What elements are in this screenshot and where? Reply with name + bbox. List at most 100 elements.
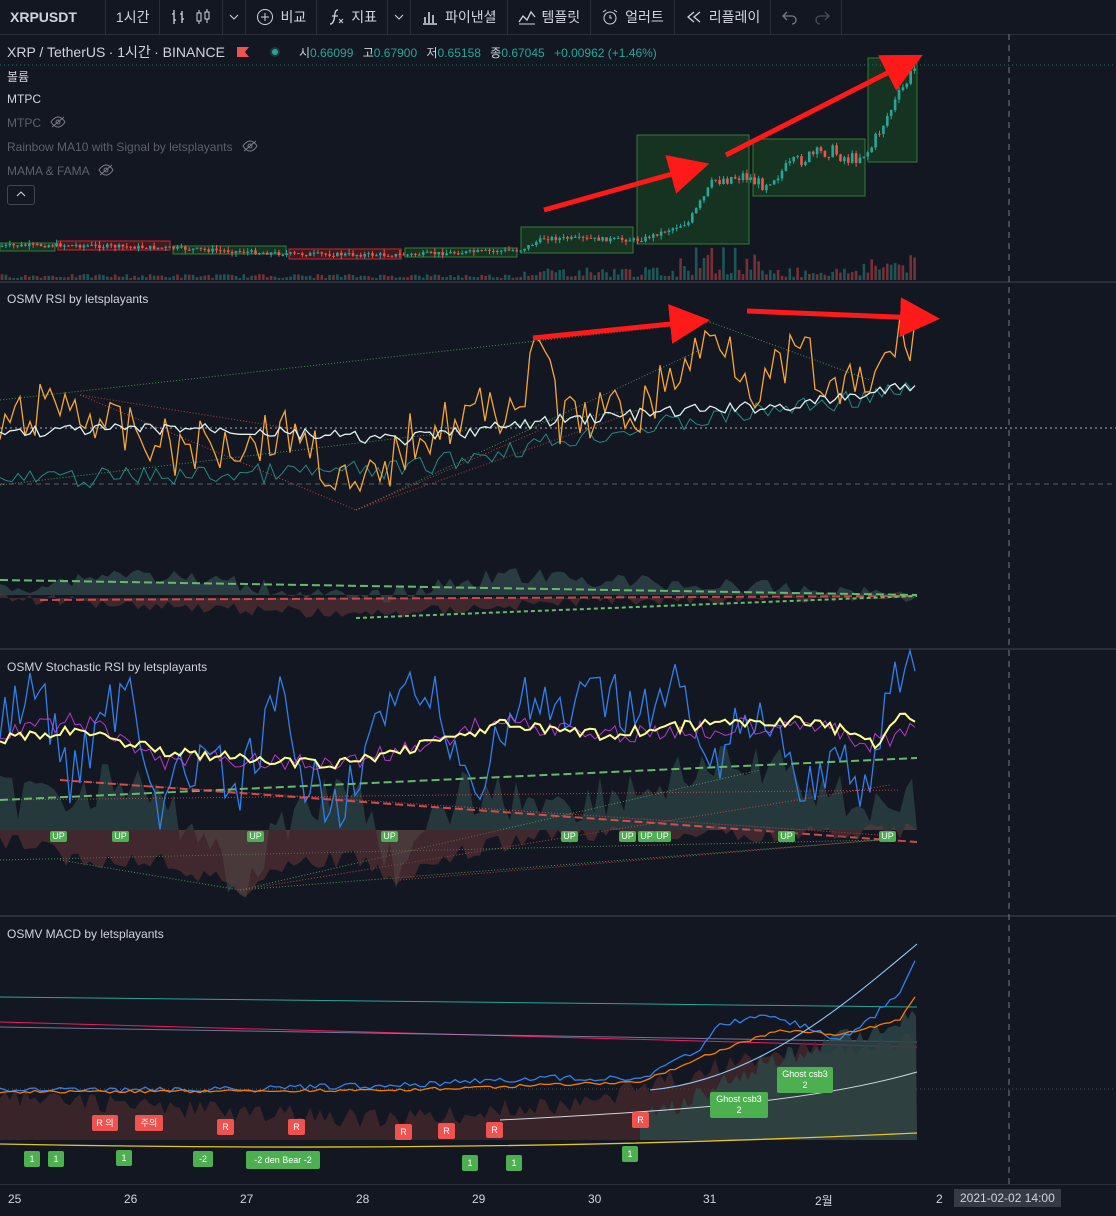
- replay-button[interactable]: 리플레이: [675, 0, 772, 34]
- candle-body: [854, 153, 858, 163]
- legend-mama[interactable]: MAMA & FAMA: [7, 164, 114, 178]
- eye-off-icon[interactable]: [98, 164, 114, 176]
- candle-body: [679, 226, 682, 228]
- legend-rainbow[interactable]: Rainbow MA10 with Signal by letsplayants: [7, 140, 258, 154]
- pair-name[interactable]: XRP / TetherUS: [7, 44, 105, 60]
- candle-body: [121, 244, 125, 247]
- candle-body: [804, 161, 807, 166]
- volume-bar: [137, 277, 140, 280]
- candle-body: [788, 161, 792, 164]
- candle-body: [382, 253, 386, 256]
- candle-body: [226, 250, 230, 253]
- chart-style-dropdown[interactable]: [223, 0, 247, 34]
- candle-body: [109, 244, 113, 246]
- chart-canvas[interactable]: [0, 34, 1116, 1184]
- candle-body: [304, 255, 308, 257]
- volume-bar: [538, 271, 542, 280]
- volume-bar: [187, 274, 191, 280]
- candle-body: [757, 178, 760, 185]
- volume-bar: [24, 274, 27, 280]
- stoch-pane-title[interactable]: OSMV Stochastic RSI by letsplayants: [7, 660, 207, 674]
- ghost-signal-count: 2: [802, 1080, 808, 1090]
- volume-bar: [515, 277, 519, 280]
- candle-body: [492, 250, 495, 252]
- volume-bar: [250, 275, 253, 280]
- indicators-dropdown[interactable]: [388, 0, 411, 34]
- volume-bar: [761, 270, 764, 280]
- legend-mtpc-hidden[interactable]: MTPC: [7, 116, 66, 130]
- rsi-white-line: [0, 382, 916, 446]
- candle-body: [133, 246, 136, 249]
- alert-button[interactable]: 얼러트: [591, 0, 675, 34]
- volume-bar: [297, 274, 300, 280]
- volume-bar: [375, 277, 378, 280]
- financials-button[interactable]: 파이낸셜: [411, 0, 508, 34]
- chart-style-button[interactable]: [160, 0, 224, 34]
- candle-body: [644, 236, 647, 242]
- candle-body: [308, 253, 312, 256]
- interval-button[interactable]: 1시간: [106, 0, 161, 34]
- signal-up-tag: UP: [112, 831, 129, 842]
- redo-button[interactable]: [803, 0, 843, 34]
- candle-body: [843, 157, 846, 162]
- macd-pane-title[interactable]: OSMV MACD by letsplayants: [7, 927, 164, 941]
- indicators-button[interactable]: 지표: [317, 0, 388, 34]
- volume-bar: [484, 275, 487, 280]
- candle-body: [347, 253, 351, 255]
- candle-body: [523, 248, 526, 251]
- eye-off-icon[interactable]: [242, 140, 258, 152]
- legend-volume[interactable]: 볼륨: [7, 68, 29, 85]
- eye-off-icon[interactable]: [50, 116, 66, 128]
- volume-bar: [285, 277, 288, 280]
- flag-icon[interactable]: [236, 46, 250, 58]
- templates-button[interactable]: 템플릿: [508, 0, 592, 34]
- volume-bar: [531, 275, 534, 280]
- volume-bar: [601, 269, 604, 280]
- candle-body: [761, 178, 764, 191]
- candle-body: [230, 252, 234, 254]
- volume-bar: [219, 274, 222, 280]
- candle-body: [297, 253, 300, 255]
- divergence-line: [79, 394, 357, 511]
- volume-bar: [67, 277, 70, 280]
- candle-body: [265, 252, 269, 255]
- volume-bar: [460, 277, 464, 280]
- candle-body: [823, 150, 827, 157]
- candle-body: [710, 179, 714, 188]
- candle-body: [74, 245, 78, 247]
- volume-bar: [355, 277, 359, 280]
- rewind-icon: [686, 11, 701, 23]
- legend-mtpc-hidden-label: MTPC: [7, 116, 41, 130]
- volume-bar: [273, 276, 277, 280]
- volume-bar: [98, 274, 101, 280]
- candle-body: [320, 252, 324, 254]
- collapse-legend-button[interactable]: [7, 185, 35, 205]
- volume-bar: [86, 274, 90, 280]
- candle-body: [819, 147, 823, 151]
- candle-body: [749, 177, 753, 180]
- volume-bar: [328, 274, 331, 280]
- volume-bar: [749, 269, 753, 280]
- count-tag: 1: [462, 1155, 478, 1171]
- volume-bar: [819, 272, 823, 280]
- rsi-pane-title[interactable]: OSMV RSI by letsplayants: [7, 292, 148, 306]
- volume-bar: [191, 274, 195, 280]
- symbol-search-button[interactable]: XRPUSDT: [0, 0, 106, 34]
- candle-body: [273, 252, 277, 254]
- legend-mtpc[interactable]: MTPC: [7, 92, 41, 106]
- volume-bar: [414, 274, 417, 280]
- candle-body: [769, 184, 772, 186]
- compare-button[interactable]: 비교: [246, 0, 318, 34]
- candle-body: [207, 249, 210, 252]
- count-tag: -2: [193, 1151, 213, 1167]
- candle-body: [718, 180, 721, 184]
- time-tick: 2월: [815, 1194, 833, 1208]
- candle-body: [593, 237, 597, 239]
- volume-bar: [558, 269, 561, 280]
- volume-bar: [702, 258, 706, 280]
- undo-button[interactable]: [771, 0, 803, 34]
- volume-bar: [12, 277, 15, 280]
- time-axis[interactable]: 25 26 27 28 29 30 31 2월 2 2021-02-02 14:…: [0, 1184, 1116, 1216]
- candle-body: [550, 237, 554, 240]
- candle-body: [815, 147, 819, 155]
